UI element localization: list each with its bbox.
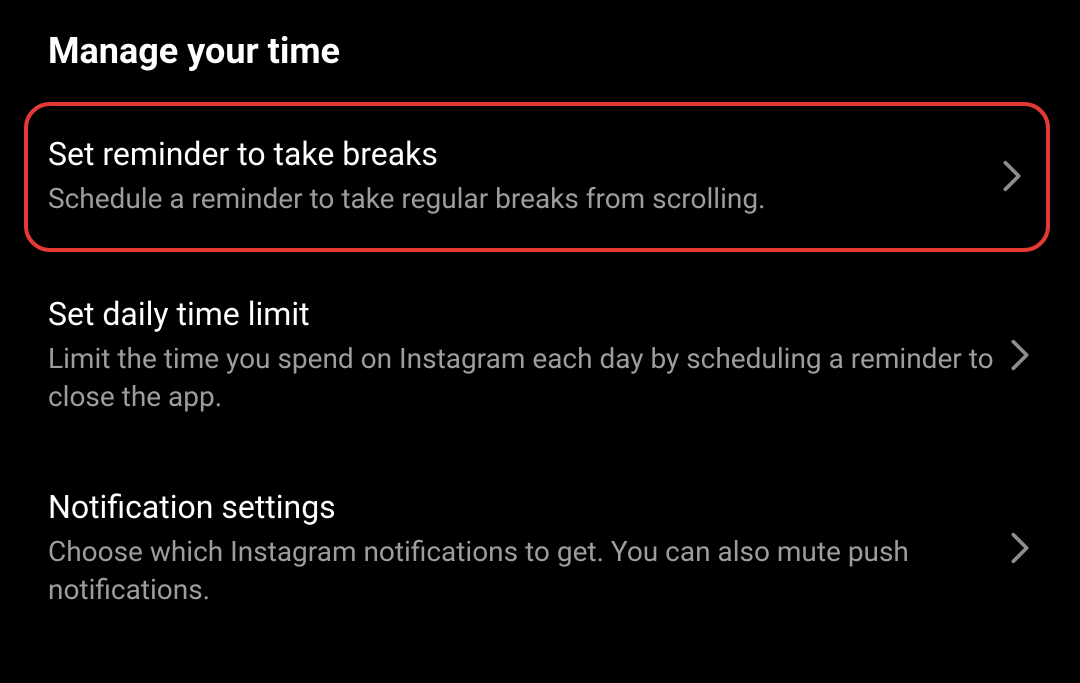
- chevron-right-icon: [1008, 336, 1032, 374]
- item-description: Choose which Instagram notifications to …: [48, 533, 996, 609]
- chevron-right-icon: [1000, 157, 1024, 195]
- item-title: Set daily time limit: [48, 294, 996, 334]
- section-header: Manage your time: [48, 30, 1032, 72]
- item-daily-time-limit[interactable]: Set daily time limit Limit the time you …: [48, 266, 1032, 446]
- item-title: Notification settings: [48, 487, 996, 527]
- item-notification-settings[interactable]: Notification settings Choose which Insta…: [48, 459, 1032, 639]
- item-set-reminder[interactable]: Set reminder to take breaks Schedule a r…: [24, 102, 1050, 252]
- chevron-right-icon: [1008, 529, 1032, 567]
- item-description: Limit the time you spend on Instagram ea…: [48, 340, 996, 416]
- item-description: Schedule a reminder to take regular brea…: [48, 180, 988, 218]
- item-title: Set reminder to take breaks: [48, 134, 988, 174]
